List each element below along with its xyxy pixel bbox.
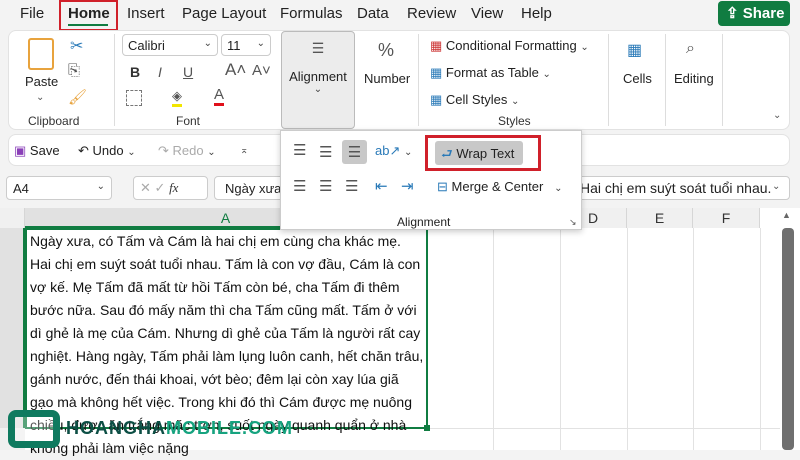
align-left-icon[interactable]: ☰ <box>293 177 306 195</box>
undo-button[interactable]: ↶ Undo ⌄ <box>78 143 136 159</box>
redo-icon: ↷ <box>158 143 169 158</box>
tab-insert[interactable]: Insert <box>127 5 165 22</box>
cell-styles-button[interactable]: ▦ Cell Styles ⌄ <box>430 92 519 108</box>
align-center-icon: ☰ <box>311 40 325 56</box>
conditional-formatting-button[interactable]: ▦ Conditional Formatting ⌄ <box>430 38 589 54</box>
undo-icon: ↶ <box>78 143 89 158</box>
paste-icon <box>28 38 54 70</box>
customize-toolbar-icon[interactable]: ⌅ <box>240 145 248 156</box>
middle-align-icon[interactable]: ☰ <box>319 143 332 161</box>
column-header-e[interactable]: E <box>627 208 693 228</box>
search-icon: ⌕ <box>686 40 695 57</box>
enter-icon[interactable]: ✓ <box>155 180 166 195</box>
formula-visible-text: Hai chị em suýt soát tuổi nhau. <box>580 180 772 196</box>
fx-icon[interactable]: fx <box>169 180 178 195</box>
merge-icon: ⊟ <box>437 179 448 194</box>
clipboard-group-label: Clipboard <box>28 114 80 128</box>
top-align-icon[interactable]: ☰ <box>293 141 306 159</box>
cells-button[interactable]: Cells <box>623 71 652 86</box>
watermark-text: HOANGHAMOBILE.COM <box>66 418 293 438</box>
format-table-icon: ▦ <box>430 65 443 80</box>
number-button[interactable]: Number <box>364 71 410 86</box>
decrease-indent-icon[interactable]: ⇤ <box>375 177 388 195</box>
chevron-down-icon: ⌄ <box>36 92 45 103</box>
fill-color-icon[interactable]: ◈ <box>172 88 182 107</box>
tab-view[interactable]: View <box>471 5 503 22</box>
font-color-icon[interactable]: A <box>214 86 225 106</box>
alignment-button[interactable]: ☰ Alignment ⌄ <box>281 31 355 129</box>
copy-icon[interactable]: ⎘ <box>68 62 80 79</box>
vertical-scrollbar[interactable] <box>782 228 794 450</box>
redo-button[interactable]: ↷ Redo ⌄ <box>158 143 216 159</box>
highlight-box-home <box>59 0 118 31</box>
underline-button[interactable]: U <box>183 64 193 80</box>
tab-file[interactable]: File <box>20 5 44 22</box>
formula-buttons: ✕ ✓ fx <box>133 176 208 200</box>
column-header-f[interactable]: F <box>693 208 760 228</box>
tab-formulas[interactable]: Formulas <box>280 5 343 22</box>
tab-review[interactable]: Review <box>407 5 456 22</box>
expand-formula-icon[interactable]: ⌄ <box>772 181 780 192</box>
percent-icon: % <box>378 40 395 60</box>
save-button[interactable]: ▣ Save <box>14 143 60 159</box>
orientation-icon[interactable]: ab↗ ⌄ <box>375 143 412 159</box>
tab-page-layout[interactable]: Page Layout <box>182 5 266 22</box>
tab-help[interactable]: Help <box>521 5 552 22</box>
cell-styles-icon: ▦ <box>430 92 443 107</box>
align-right-icon[interactable]: ☰ <box>345 177 358 195</box>
alignment-panel-label: Alignment <box>397 215 451 229</box>
increase-font-icon[interactable]: A˄ <box>225 60 246 80</box>
borders-icon[interactable] <box>126 90 142 106</box>
paste-button[interactable]: Paste <box>25 74 58 89</box>
select-all[interactable] <box>0 208 25 228</box>
cells-icon: ▦ <box>627 42 643 59</box>
share-button[interactable]: ⇪ Share <box>718 1 790 26</box>
dialog-launcher-icon[interactable]: ↘ <box>569 217 577 228</box>
alignment-panel: ☰ ☰ ☰ ab↗ ⌄ ☰ ☰ ☰ ⇤ ⇥ ⮐ Wrap Text ⊟ Merg… <box>280 130 582 230</box>
name-box[interactable]: A4 ⌄ <box>6 176 112 200</box>
styles-group-label: Styles <box>498 114 531 128</box>
font-group-label: Font <box>176 114 201 128</box>
cancel-icon[interactable]: ✕ <box>140 180 151 195</box>
merge-center-button[interactable]: ⊟ Merge & Center ⌄ <box>437 179 563 195</box>
decrease-font-icon[interactable]: A˅ <box>252 62 271 79</box>
tab-data[interactable]: Data <box>357 5 389 22</box>
font-size-select[interactable]: 11 ⌄ <box>221 34 271 56</box>
format-as-table-button[interactable]: ▦ Format as Table ⌄ <box>430 65 551 81</box>
editing-button[interactable]: Editing <box>674 71 714 86</box>
bold-button[interactable]: B <box>130 64 140 80</box>
share-icon: ⇪ <box>726 5 739 22</box>
format-painter-icon[interactable]: 🖌 <box>68 88 87 106</box>
conditional-formatting-icon: ▦ <box>430 38 443 53</box>
scroll-up-icon[interactable]: ▲ <box>782 210 791 220</box>
italic-button[interactable]: I <box>158 64 162 80</box>
cut-icon[interactable]: ✂ <box>70 36 83 56</box>
font-name-select[interactable]: Calibri ⌄ <box>122 34 218 56</box>
highlight-box-wrap-text <box>425 135 541 171</box>
save-icon: ▣ <box>14 143 27 158</box>
bottom-align-icon[interactable]: ☰ <box>342 140 367 164</box>
share-label: Share <box>742 5 785 22</box>
watermark-logo <box>8 410 60 448</box>
increase-indent-icon[interactable]: ⇥ <box>401 177 414 195</box>
align-center-icon[interactable]: ☰ <box>319 177 332 195</box>
row-header-4[interactable]: 4 <box>0 228 25 428</box>
collapse-ribbon-icon[interactable]: ⌄ <box>773 110 781 121</box>
alignment-label: Alignment <box>289 69 347 84</box>
